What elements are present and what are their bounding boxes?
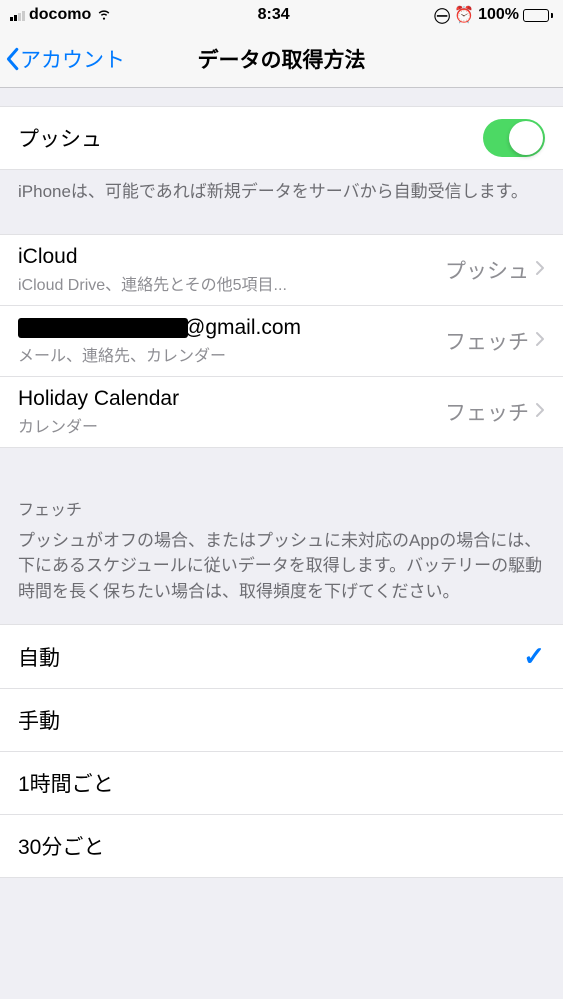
push-row: プッシュ — [0, 106, 563, 170]
fetch-option-label: 30分ごと — [18, 831, 104, 861]
battery-percent: 100% — [478, 6, 519, 24]
account-left: Holiday Calendarカレンダー — [18, 387, 179, 437]
account-right: フェッチ — [445, 397, 545, 427]
carrier-label: docomo — [29, 6, 91, 24]
account-value: フェッチ — [445, 326, 529, 356]
fetch-description: プッシュがオフの場合、またはプッシュに未対応のAppの場合には、下にあるスケジュ… — [0, 528, 563, 625]
fetch-option-row[interactable]: 手動 — [0, 689, 563, 752]
chevron-right-icon — [535, 400, 545, 424]
status-right: ㊀ ⏰ 100% — [434, 3, 553, 27]
page-title: データの取得方法 — [198, 44, 366, 74]
alarm-icon: ⏰ — [454, 5, 474, 25]
push-footer: iPhoneは、可能であれば新規データをサーバから自動受信します。 — [0, 170, 563, 234]
chevron-right-icon — [535, 258, 545, 282]
status-bar: docomo 8:34 ㊀ ⏰ 100% — [0, 0, 563, 30]
nav-bar: アカウント データの取得方法 — [0, 30, 563, 88]
fetch-options-list: 自動 ✓ 手動 1時間ごと 30分ごと — [0, 624, 563, 878]
back-button[interactable]: アカウント — [4, 44, 125, 74]
chevron-left-icon — [4, 47, 20, 71]
push-toggle[interactable] — [483, 119, 545, 157]
account-subtitle: iCloud Drive、連絡先とその他5項目... — [18, 271, 287, 295]
account-subtitle: カレンダー — [18, 413, 179, 437]
account-value: プッシュ — [445, 255, 529, 285]
back-label: アカウント — [20, 44, 125, 74]
fetch-option-row[interactable]: 1時間ごと — [0, 752, 563, 815]
redacted-text — [18, 318, 188, 338]
orientation-lock-icon: ㊀ — [434, 3, 450, 27]
fetch-option-label: 手動 — [18, 705, 60, 735]
account-left: iCloudiCloud Drive、連絡先とその他5項目... — [18, 245, 287, 295]
account-row[interactable]: @gmail.comメール、連絡先、カレンダー フェッチ — [0, 306, 563, 377]
account-row[interactable]: Holiday Calendarカレンダー フェッチ — [0, 377, 563, 448]
account-title: iCloud — [18, 245, 287, 269]
account-right: プッシュ — [445, 255, 545, 285]
account-right: フェッチ — [445, 326, 545, 356]
fetch-option-label: 自動 — [18, 642, 60, 672]
checkmark-icon: ✓ — [523, 641, 545, 672]
accounts-list: iCloudiCloud Drive、連絡先とその他5項目... プッシュ @gma… — [0, 234, 563, 448]
battery-icon — [523, 9, 553, 22]
signal-icon — [10, 9, 25, 21]
chevron-right-icon — [535, 329, 545, 353]
account-title: @gmail.com — [18, 316, 301, 340]
account-row[interactable]: iCloudiCloud Drive、連絡先とその他5項目... プッシュ — [0, 234, 563, 306]
push-label: プッシュ — [18, 123, 102, 153]
account-title: Holiday Calendar — [18, 387, 179, 411]
fetch-option-label: 1時間ごと — [18, 768, 114, 798]
toggle-knob — [509, 121, 543, 155]
status-time: 8:34 — [258, 6, 290, 24]
account-value: フェッチ — [445, 397, 529, 427]
fetch-option-row[interactable]: 30分ごと — [0, 815, 563, 878]
account-subtitle: メール、連絡先、カレンダー — [18, 342, 301, 366]
wifi-icon — [95, 4, 113, 27]
account-left: @gmail.comメール、連絡先、カレンダー — [18, 316, 301, 366]
status-left: docomo — [10, 4, 113, 27]
fetch-header: フェッチ — [0, 448, 563, 528]
fetch-option-row[interactable]: 自動 ✓ — [0, 624, 563, 689]
